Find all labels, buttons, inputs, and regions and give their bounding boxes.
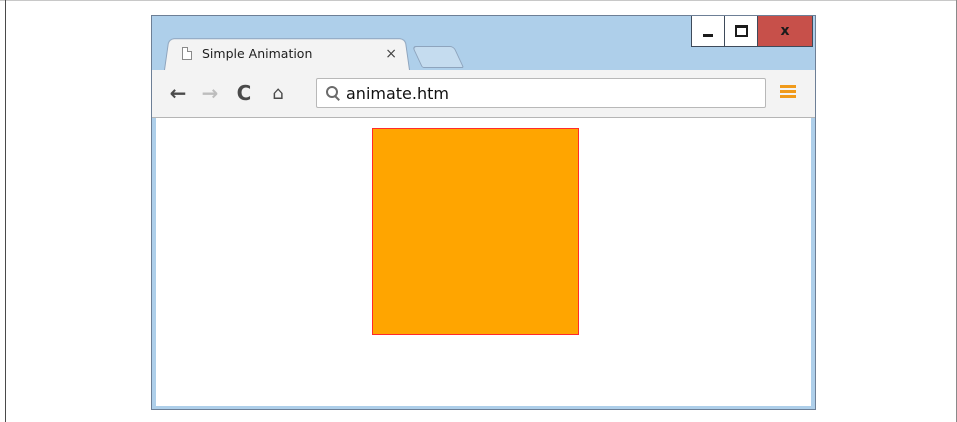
minimize-icon [703,33,713,37]
maximize-button[interactable] [724,16,757,47]
tab-close-button[interactable]: × [385,47,397,61]
back-arrow-icon: ← [169,81,187,105]
home-icon: ⌂ [272,82,284,104]
figure-frame-top [0,0,957,1]
hamburger-menu-icon[interactable] [780,85,796,99]
maximize-icon [734,25,748,37]
home-button[interactable]: ⌂ [264,80,292,106]
close-icon: x [780,23,790,39]
back-button[interactable]: ← [164,80,192,106]
url-text[interactable]: animate.htm [346,84,449,103]
reload-icon: C [236,81,252,105]
new-tab-button[interactable] [411,46,465,68]
minimize-button[interactable] [691,16,724,47]
forward-arrow-icon: → [201,81,219,105]
window-controls: x [691,16,813,47]
forward-button[interactable]: → [196,80,224,106]
animated-box [372,128,579,335]
page-icon [182,47,192,60]
title-bar[interactable]: Simple Animation × x [152,16,815,70]
search-icon [326,86,340,101]
browser-window: Simple Animation × x ← → C ⌂ animate.htm [151,15,816,410]
figure-frame-left [5,0,6,422]
address-bar[interactable]: animate.htm [316,78,766,108]
reload-button[interactable]: C [230,80,258,106]
page-viewport [156,118,811,406]
close-button[interactable]: x [757,16,813,47]
tab-simple-animation[interactable]: Simple Animation × [167,37,407,70]
tab-title: Simple Animation [202,46,313,61]
browser-toolbar: ← → C ⌂ animate.htm [152,70,815,118]
